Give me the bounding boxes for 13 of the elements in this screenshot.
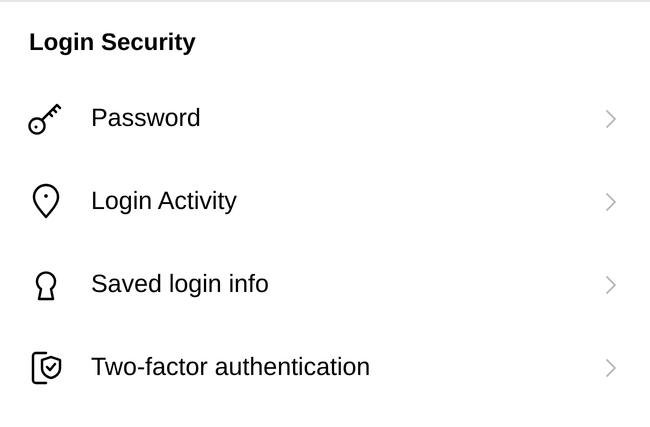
section-title: Login Security — [29, 28, 197, 58]
chevron-right-icon — [606, 110, 616, 128]
settings-row[interactable]: Login Activity — [29, 160, 650, 243]
row-label: Saved login info — [91, 270, 270, 299]
settings-row[interactable]: Saved login info — [29, 243, 650, 326]
row-label: Two-factor authentication — [91, 353, 372, 382]
settings-row[interactable]: Two-factor authentication — [29, 326, 650, 409]
chevron-right-icon — [606, 276, 616, 294]
row-label: Password — [91, 104, 202, 133]
chevron-right-icon — [606, 192, 616, 210]
row-label: Login Activity — [91, 187, 238, 216]
settings-row[interactable]: Password — [29, 77, 650, 160]
chevron-right-icon — [606, 358, 616, 376]
